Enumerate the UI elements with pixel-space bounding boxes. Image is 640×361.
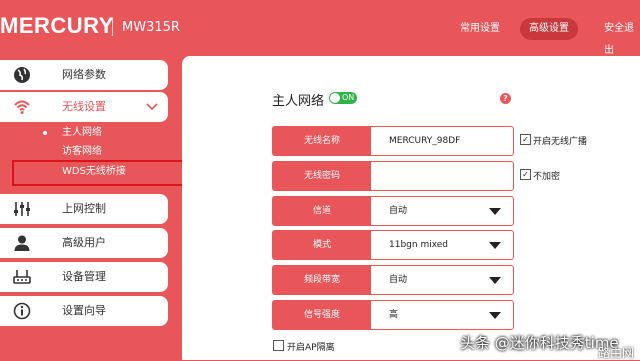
field-label: 模式 xyxy=(273,231,371,259)
brand-logo: MERCURY xyxy=(0,13,114,38)
logo-divider xyxy=(112,18,113,36)
signal-strength-select[interactable]: 信号强度 高 xyxy=(272,300,514,330)
sidebar-item-setup-wizard[interactable]: 设置向导 xyxy=(0,296,168,326)
checkbox-label: 开启无线广播 xyxy=(533,137,588,147)
field-label: 信道 xyxy=(273,197,371,225)
nav-logout[interactable]: 安全退出 xyxy=(604,18,640,56)
page-title: 主人网络 xyxy=(272,94,325,109)
chevron-down-icon xyxy=(146,103,158,111)
subitem-label: 主人网络 xyxy=(62,127,102,138)
sliders-icon xyxy=(14,202,30,216)
ssid-field[interactable]: 无线名称 MERCURY_98DF xyxy=(272,126,514,156)
globe-icon xyxy=(14,67,30,83)
subitem-guest-network[interactable]: 访客网络 xyxy=(0,142,168,162)
checkbox-label: 开启AP隔离 xyxy=(287,343,335,353)
sidebar-item-wireless[interactable]: 无线设置 xyxy=(0,92,168,122)
mode-select[interactable]: 模式 11bgn mixed xyxy=(272,230,514,260)
dropdown-caret-icon xyxy=(489,208,501,215)
sidebar-item-label: 设备管理 xyxy=(62,270,106,283)
user-icon xyxy=(14,235,30,251)
help-icon[interactable]: ? xyxy=(500,93,511,104)
top-header: MERCURY MW315R 常用设置 高级设置 安全退出 xyxy=(0,0,640,56)
active-dot xyxy=(43,131,47,135)
no-encryption-checkbox[interactable]: ✓ xyxy=(520,169,531,180)
field-value: 自动 xyxy=(389,275,408,285)
nav-advanced-settings[interactable]: 高级设置 xyxy=(520,18,578,40)
sidebar-item-label: 设置向导 xyxy=(62,304,106,317)
sidebar-item-access-control[interactable]: 上网控制 xyxy=(0,194,168,224)
subitem-label: WDS无线桥接 xyxy=(62,166,126,177)
wireless-toggle[interactable]: ON xyxy=(329,92,357,104)
info-icon xyxy=(13,302,31,320)
field-value: 自动 xyxy=(389,206,408,216)
field-value: 高 xyxy=(389,310,399,320)
bandwidth-select[interactable]: 频段带宽 自动 xyxy=(272,265,514,295)
watermark-corner: 路由网 xyxy=(598,346,635,360)
field-label: 信号强度 xyxy=(273,301,371,329)
dropdown-caret-icon xyxy=(489,277,501,284)
ap-isolation-checkbox[interactable] xyxy=(273,340,284,351)
field-label: 频段带宽 xyxy=(273,266,371,294)
sidebar-item-network[interactable]: 网络参数 xyxy=(0,60,168,90)
subitem-label: 访客网络 xyxy=(62,146,102,157)
field-value: 11bgn mixed xyxy=(389,240,449,250)
sidebar-item-advanced-users[interactable]: 高级用户 xyxy=(0,228,168,258)
router-icon xyxy=(13,270,31,284)
field-value: MERCURY_98DF xyxy=(389,136,461,146)
sidebar-item-label: 无线设置 xyxy=(62,100,106,113)
toggle-knob xyxy=(330,93,340,103)
broadcast-checkbox[interactable]: ✓ xyxy=(520,134,531,145)
field-label: 无线密码 xyxy=(273,162,371,190)
sidebar-item-label: 网络参数 xyxy=(62,68,106,81)
checkbox-label: 不加密 xyxy=(533,172,561,182)
watermark-text: 头条 @迷你科技秀time xyxy=(460,334,619,352)
wifi-icon xyxy=(14,100,30,114)
sidebar: 网络参数 无线设置 主人网络 访客网络 WDS无线桥接 上网控制 高级用户 设备… xyxy=(0,56,220,360)
toggle-label: ON xyxy=(342,93,355,102)
main-panel: 主人网络 ON ? 无线名称 MERCURY_98DF ✓ 开启无线广播 无线密… xyxy=(182,56,640,360)
nav-common-settings[interactable]: 常用设置 xyxy=(460,18,500,40)
model-name: MW315R xyxy=(122,20,180,35)
channel-select[interactable]: 信道 自动 xyxy=(272,196,514,226)
dropdown-caret-icon xyxy=(489,242,501,249)
dropdown-caret-icon xyxy=(489,312,501,319)
field-label: 无线名称 xyxy=(273,127,371,155)
subitem-host-network[interactable]: 主人网络 xyxy=(0,123,168,143)
sidebar-item-label: 上网控制 xyxy=(62,202,106,215)
password-field[interactable]: 无线密码 xyxy=(272,161,514,191)
sidebar-item-device-management[interactable]: 设备管理 xyxy=(0,262,168,292)
sidebar-item-label: 高级用户 xyxy=(62,236,106,249)
